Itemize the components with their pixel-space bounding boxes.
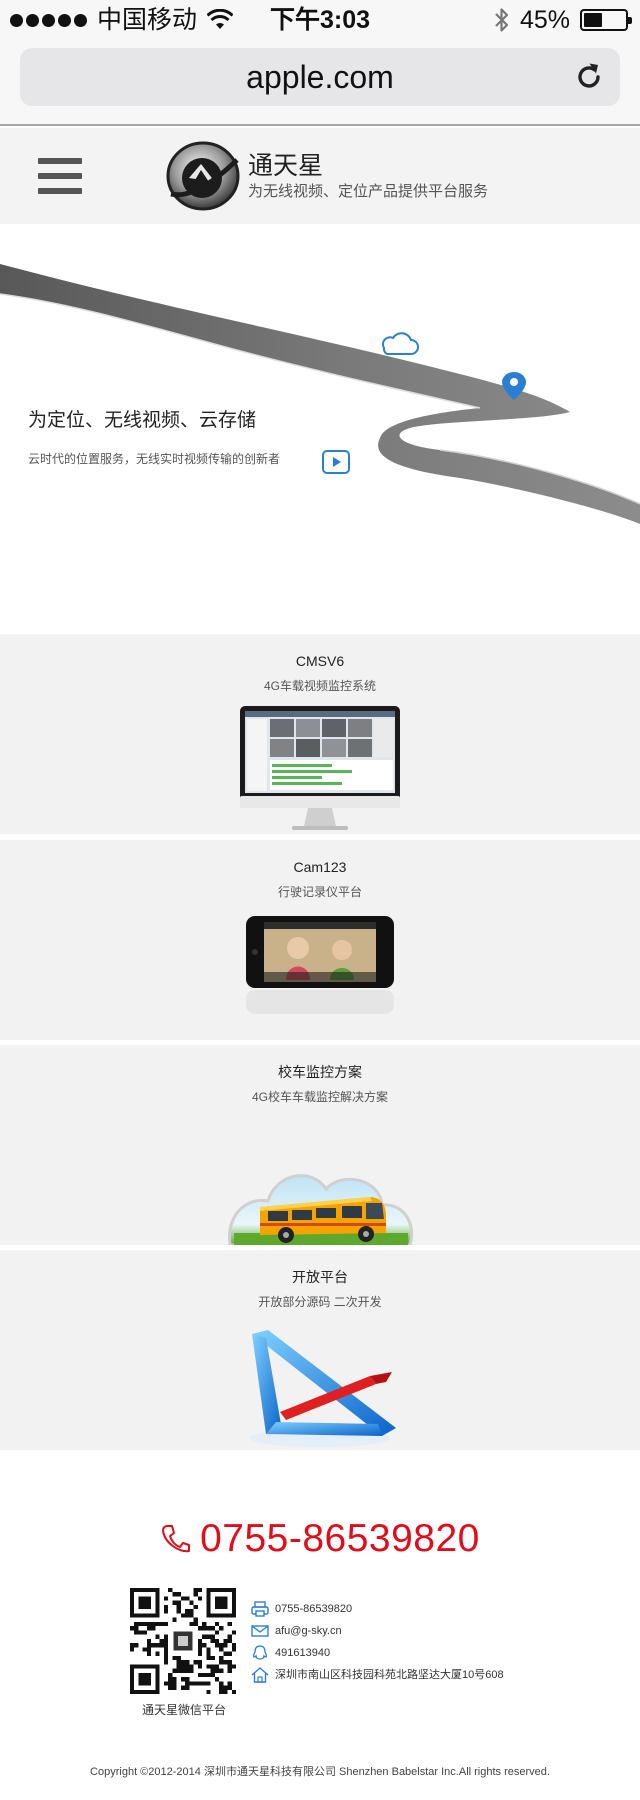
wechat-qr-code	[130, 1588, 236, 1694]
product-card-cam123[interactable]: Cam123 行驶记录仪平台	[0, 840, 640, 1040]
product-card-open-platform[interactable]: 开放平台 开放部分源码 二次开发	[0, 1250, 640, 1450]
menu-bar	[38, 158, 82, 164]
hero-banner: 为定位、无线视频、云存储 云时代的位置服务，无线实时视频传输的创新者	[0, 224, 640, 634]
carrier-name: 中国移动	[97, 6, 198, 34]
bluetooth-icon	[495, 8, 509, 32]
contact-list: 0755-86539820 afu@g-sky.cn 491613940 深圳市…	[251, 1598, 504, 1686]
phone-icon	[162, 1525, 191, 1553]
cloud-icon	[381, 332, 419, 355]
monitor-screen-image	[240, 706, 400, 830]
contact-qq-text: 491613940	[275, 1647, 331, 1659]
url-text[interactable]: apple.com	[20, 60, 620, 94]
hotline: 0755-86539820	[0, 1516, 640, 1566]
wifi-icon	[207, 9, 234, 29]
status-left: 中国移动	[10, 6, 234, 34]
smartphone-video-image	[246, 916, 394, 1014]
contact-email-text[interactable]: afu@g-sky.cn	[275, 1624, 342, 1638]
home-icon	[251, 1667, 269, 1683]
contact-qq: 491613940	[251, 1642, 504, 1664]
address-bar[interactable]: apple.com	[20, 48, 620, 106]
product-title: 开放平台	[292, 1269, 348, 1285]
hero-subtitle: 云时代的位置服务，无线实时视频传输的创新者	[28, 452, 281, 466]
menu-bar	[38, 188, 82, 194]
brand-name[interactable]: 通天星	[248, 152, 323, 180]
copyright-text: Copyright ©2012-2014 深圳市通天星科技有限公司 Shenzh…	[90, 1766, 550, 1778]
contact-fax: 0755-86539820	[251, 1598, 504, 1620]
brand-slogan: 为无线视频、定位产品提供平台服务	[248, 183, 489, 200]
product-subtitle: 4G校车车载监控解决方案	[251, 1090, 388, 1104]
battery-percent: 45%	[519, 6, 570, 34]
qr-caption: 通天星微信平台	[141, 1703, 226, 1717]
product-subtitle: 4G车载视频监控系统	[263, 679, 376, 693]
contact-fax-text: 0755-86539820	[275, 1603, 353, 1615]
menu-button[interactable]	[38, 158, 82, 194]
browser-toolbar: apple.com	[0, 40, 640, 126]
email-icon	[251, 1625, 269, 1637]
battery-icon	[580, 9, 632, 31]
status-right: 45%	[494, 6, 632, 34]
reload-icon[interactable]	[572, 60, 606, 94]
contact-email: afu@g-sky.cn	[251, 1620, 504, 1642]
product-subtitle: 行驶记录仪平台	[277, 885, 362, 899]
hero-title: 为定位、无线视频、云存储	[28, 410, 257, 431]
signal-strength-icon	[10, 13, 87, 27]
site-header: 通天星 为无线视频、定位产品提供平台服务	[0, 128, 640, 224]
brand-logo-icon[interactable]	[165, 138, 241, 214]
fax-icon	[251, 1601, 269, 1617]
menu-bar	[38, 173, 82, 179]
qq-icon	[252, 1645, 268, 1660]
battery-level-fill	[584, 13, 602, 27]
product-title: Cam123	[293, 859, 347, 875]
status-bar: 中国移动 下午3:03 45%	[0, 0, 640, 40]
product-card-cmsv6[interactable]: CMSV6 4G车载视频监控系统	[0, 634, 640, 834]
product-card-school-bus[interactable]: 校车监控方案 4G校车车载监控解决方案	[0, 1045, 640, 1245]
product-title: CMSV6	[295, 653, 345, 669]
product-title: 校车监控方案	[278, 1064, 362, 1080]
play-video-icon[interactable]	[322, 450, 350, 474]
school-bus-cloud-image	[228, 1174, 414, 1245]
product-subtitle: 开放部分源码 二次开发	[258, 1295, 382, 1309]
contact-address: 深圳市南山区科技园科苑北路坚达大厦10号608	[251, 1664, 504, 1686]
open-platform-logo-image	[250, 1330, 396, 1447]
hotline-number[interactable]: 0755-86539820	[200, 1516, 480, 1562]
contact-address-text: 深圳市南山区科技园科苑北路坚达大厦10号608	[275, 1669, 504, 1681]
